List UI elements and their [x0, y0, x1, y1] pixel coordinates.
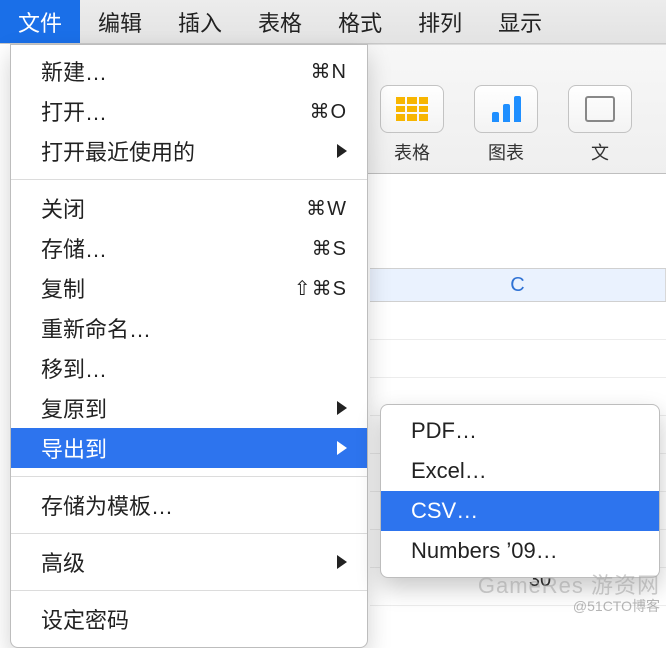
menu-edit[interactable]: 编辑: [80, 0, 160, 43]
menu-item-export-to[interactable]: 导出到: [11, 428, 367, 468]
export-numbers09[interactable]: Numbers ’09…: [381, 531, 659, 571]
shortcut: ⇧⌘S: [294, 276, 347, 301]
toolbar: 表格 图表 文: [366, 44, 666, 174]
export-csv[interactable]: CSV…: [381, 491, 659, 531]
table-icon: [380, 85, 444, 133]
menu-arrange[interactable]: 排列: [400, 0, 480, 43]
tool-text[interactable]: 文: [558, 85, 642, 165]
menu-item-close[interactable]: 关闭 ⌘W: [11, 188, 367, 228]
column-header-row: C: [370, 268, 666, 302]
separator: [11, 590, 367, 591]
separator: [11, 179, 367, 180]
menu-item-save-template[interactable]: 存储为模板…: [11, 485, 367, 525]
menu-item-open[interactable]: 打开… ⌘O: [11, 91, 367, 131]
tool-table[interactable]: 表格: [370, 85, 454, 165]
column-header-C[interactable]: C: [370, 269, 666, 301]
menu-file[interactable]: 文件: [0, 0, 80, 43]
export-pdf[interactable]: PDF…: [381, 411, 659, 451]
shortcut: ⌘N: [311, 59, 347, 84]
menu-insert[interactable]: 插入: [160, 0, 240, 43]
menu-item-set-password[interactable]: 设定密码: [11, 599, 367, 639]
menubar: 文件 编辑 插入 表格 格式 排列 显示: [0, 0, 666, 44]
export-excel[interactable]: Excel…: [381, 451, 659, 491]
menu-format[interactable]: 格式: [320, 0, 400, 43]
tool-chart[interactable]: 图表: [464, 85, 548, 165]
shortcut: ⌘S: [312, 236, 347, 261]
tool-label: 文: [558, 139, 642, 165]
submenu-arrow-icon: [337, 144, 347, 158]
submenu-arrow-icon: [337, 401, 347, 415]
tool-label: 图表: [464, 139, 548, 165]
menu-item-open-recent[interactable]: 打开最近使用的: [11, 131, 367, 171]
tool-label: 表格: [370, 139, 454, 165]
submenu-arrow-icon: [337, 555, 347, 569]
file-menu-dropdown: 新建… ⌘N 打开… ⌘O 打开最近使用的 关闭 ⌘W 存储… ⌘S 复制 ⇧⌘…: [10, 44, 368, 648]
menu-table[interactable]: 表格: [240, 0, 320, 43]
shortcut: ⌘O: [309, 99, 347, 124]
export-submenu: PDF… Excel… CSV… Numbers ’09…: [380, 404, 660, 578]
menu-item-new[interactable]: 新建… ⌘N: [11, 51, 367, 91]
menu-item-move-to[interactable]: 移到…: [11, 348, 367, 388]
menu-item-advanced[interactable]: 高级: [11, 542, 367, 582]
separator: [11, 533, 367, 534]
text-icon: [568, 85, 632, 133]
chart-icon: [474, 85, 538, 133]
submenu-arrow-icon: [337, 441, 347, 455]
menu-item-revert-to[interactable]: 复原到: [11, 388, 367, 428]
separator: [11, 476, 367, 477]
menu-item-duplicate[interactable]: 复制 ⇧⌘S: [11, 268, 367, 308]
menu-item-save[interactable]: 存储… ⌘S: [11, 228, 367, 268]
menu-view[interactable]: 显示: [480, 0, 560, 43]
shortcut: ⌘W: [306, 196, 347, 221]
menu-item-rename[interactable]: 重新命名…: [11, 308, 367, 348]
